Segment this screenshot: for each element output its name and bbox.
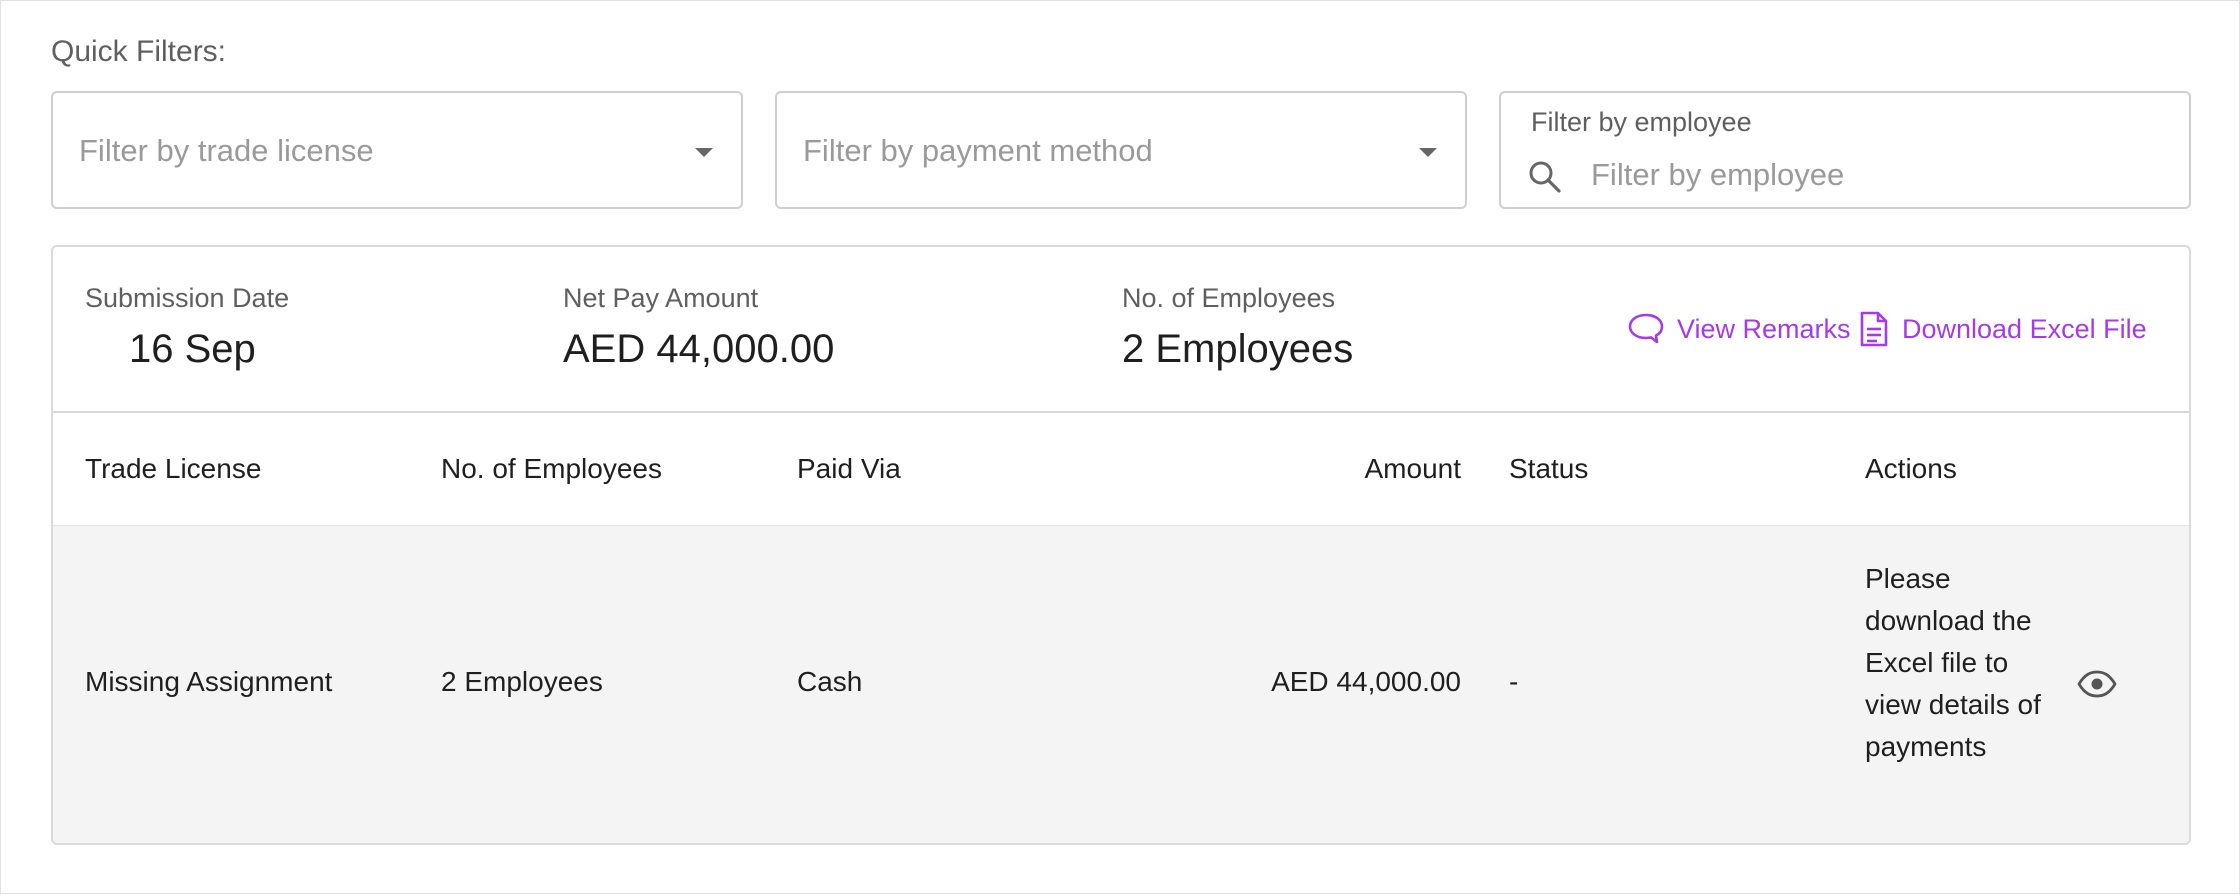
header-actions: Actions	[1865, 453, 1957, 484]
cell-status: -	[1509, 666, 1519, 697]
eye-icon[interactable]	[2077, 669, 2117, 699]
download-excel-button[interactable]: Download Excel File	[1858, 309, 2147, 349]
chevron-down-icon	[1419, 148, 1437, 157]
payroll-detail-panel: Quick Filters: Filter by trade license F…	[0, 0, 2240, 894]
chevron-down-icon	[695, 148, 713, 157]
document-icon	[1860, 311, 1888, 347]
employee-filter: Filter by employee	[1499, 91, 2191, 209]
view-remarks-button[interactable]: View Remarks	[1627, 309, 1851, 349]
summary-bar: Submission Date 16 Sep Net Pay Amount AE…	[53, 247, 2189, 413]
employees-count-label: No. of Employees	[1122, 283, 1336, 313]
trade-license-filter[interactable]: Filter by trade license	[51, 91, 743, 209]
cell-amount: AED 44,000.00	[1271, 666, 1461, 697]
trade-license-placeholder: Filter by trade license	[79, 133, 374, 168]
cell-paid-via: Cash	[797, 666, 863, 697]
header-paid-via: Paid Via	[797, 453, 901, 484]
submission-date-value: 16 Sep	[129, 327, 256, 371]
header-amount: Amount	[1364, 453, 1462, 484]
view-remarks-label: View Remarks	[1677, 313, 1851, 344]
cell-actions-note: Please download the Excel file to view d…	[1865, 563, 2041, 762]
cell-trade-license: Missing Assignment	[85, 666, 333, 697]
speech-bubble-icon	[1628, 313, 1664, 344]
quick-filters-label: Quick Filters:	[51, 35, 227, 68]
employee-search-input[interactable]	[1589, 151, 2153, 199]
search-icon	[1529, 161, 1561, 193]
header-employees: No. of Employees	[441, 453, 662, 484]
payroll-summary-card: Submission Date 16 Sep Net Pay Amount AE…	[51, 245, 2191, 845]
header-trade-license: Trade License	[85, 453, 262, 484]
employees-count-value: 2 Employees	[1122, 327, 1354, 371]
payment-method-filter[interactable]: Filter by payment method	[775, 91, 1467, 209]
table-row: Missing Assignment 2 Employees Cash AED …	[53, 526, 2189, 843]
net-pay-label: Net Pay Amount	[563, 283, 759, 313]
payment-method-placeholder: Filter by payment method	[803, 133, 1153, 168]
download-excel-label: Download Excel File	[1902, 313, 2147, 344]
employee-filter-label: Filter by employee	[1531, 107, 1752, 137]
table-header: Trade License No. of Employees Paid Via …	[53, 413, 2189, 526]
net-pay-value: AED 44,000.00	[563, 327, 835, 371]
cell-employees: 2 Employees	[441, 666, 603, 697]
submission-date-label: Submission Date	[85, 283, 290, 313]
header-status: Status	[1509, 453, 1589, 484]
